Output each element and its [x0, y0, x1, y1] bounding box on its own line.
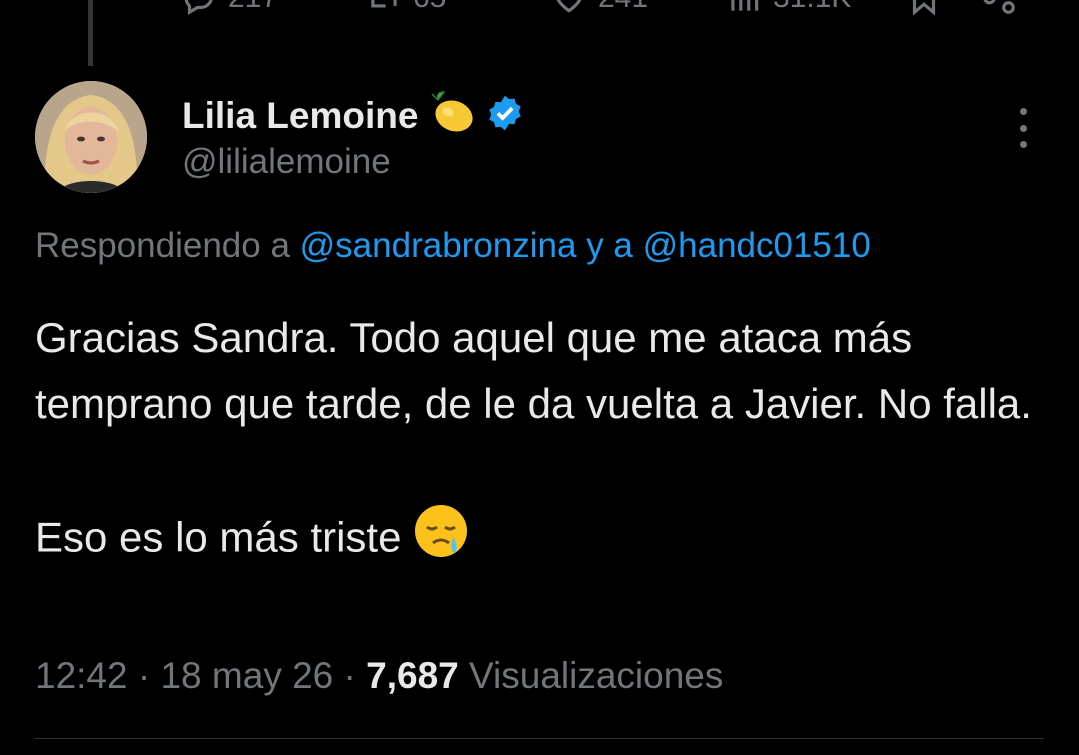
- share-action[interactable]: [980, 0, 1018, 17]
- replying-connector: y a: [576, 226, 643, 265]
- more-options-icon[interactable]: [1012, 108, 1034, 148]
- verified-badge-icon: [486, 94, 524, 137]
- reply-icon: [184, 0, 213, 16]
- thread-line: [88, 0, 93, 66]
- tweet-time[interactable]: 12:42: [35, 655, 128, 696]
- retweet-icon: [371, 0, 397, 8]
- tweet-date[interactable]: 18 may 26: [160, 655, 333, 696]
- views-count-previous: 31.1K: [773, 0, 851, 15]
- author-name[interactable]: Lilia Lemoine: [182, 95, 418, 137]
- replying-to: Respondiendo a @sandrabronzina y a @hand…: [35, 226, 871, 266]
- replying-prefix: Respondiendo a: [35, 226, 300, 265]
- previous-tweet-actions: 217 65 241 31.1K: [170, 0, 1049, 18]
- reply-count: 217: [228, 0, 278, 15]
- lemon-icon: [428, 90, 476, 141]
- views-count[interactable]: 7,687: [366, 655, 459, 696]
- retweet-action[interactable]: 65: [365, 0, 446, 17]
- author-handle[interactable]: @lilialemoine: [182, 142, 391, 182]
- retweet-count: 65: [413, 0, 446, 15]
- tweet-paragraph-last: Eso es lo más triste: [35, 503, 1045, 578]
- sleepy-face-icon: [413, 503, 469, 578]
- like-count: 241: [598, 0, 648, 15]
- tweet-text: Gracias Sandra. Todo aquel que me ataca …: [35, 305, 1045, 578]
- share-icon: [983, 0, 1015, 14]
- like-icon: [556, 0, 582, 13]
- mention-link[interactable]: @handc01510: [643, 226, 871, 265]
- reply-action[interactable]: 217: [180, 0, 278, 17]
- tweet-meta: 12:42 · 18 may 26 · 7,687 Visualizacione…: [35, 655, 724, 696]
- mention-link[interactable]: @sandrabronzina: [300, 226, 577, 265]
- bookmark-action[interactable]: [905, 0, 943, 17]
- bookmark-icon: [912, 0, 936, 16]
- like-action[interactable]: 241: [550, 0, 648, 17]
- views-action[interactable]: 31.1K: [725, 0, 851, 17]
- tweet-paragraph: Gracias Sandra. Todo aquel que me ataca …: [35, 314, 1032, 427]
- views-label: Visualizaciones: [469, 655, 724, 696]
- views-icon: [731, 0, 759, 11]
- divider: [35, 738, 1044, 739]
- avatar[interactable]: [35, 81, 147, 193]
- tweet-paragraph-text: Eso es lo más triste: [35, 513, 402, 561]
